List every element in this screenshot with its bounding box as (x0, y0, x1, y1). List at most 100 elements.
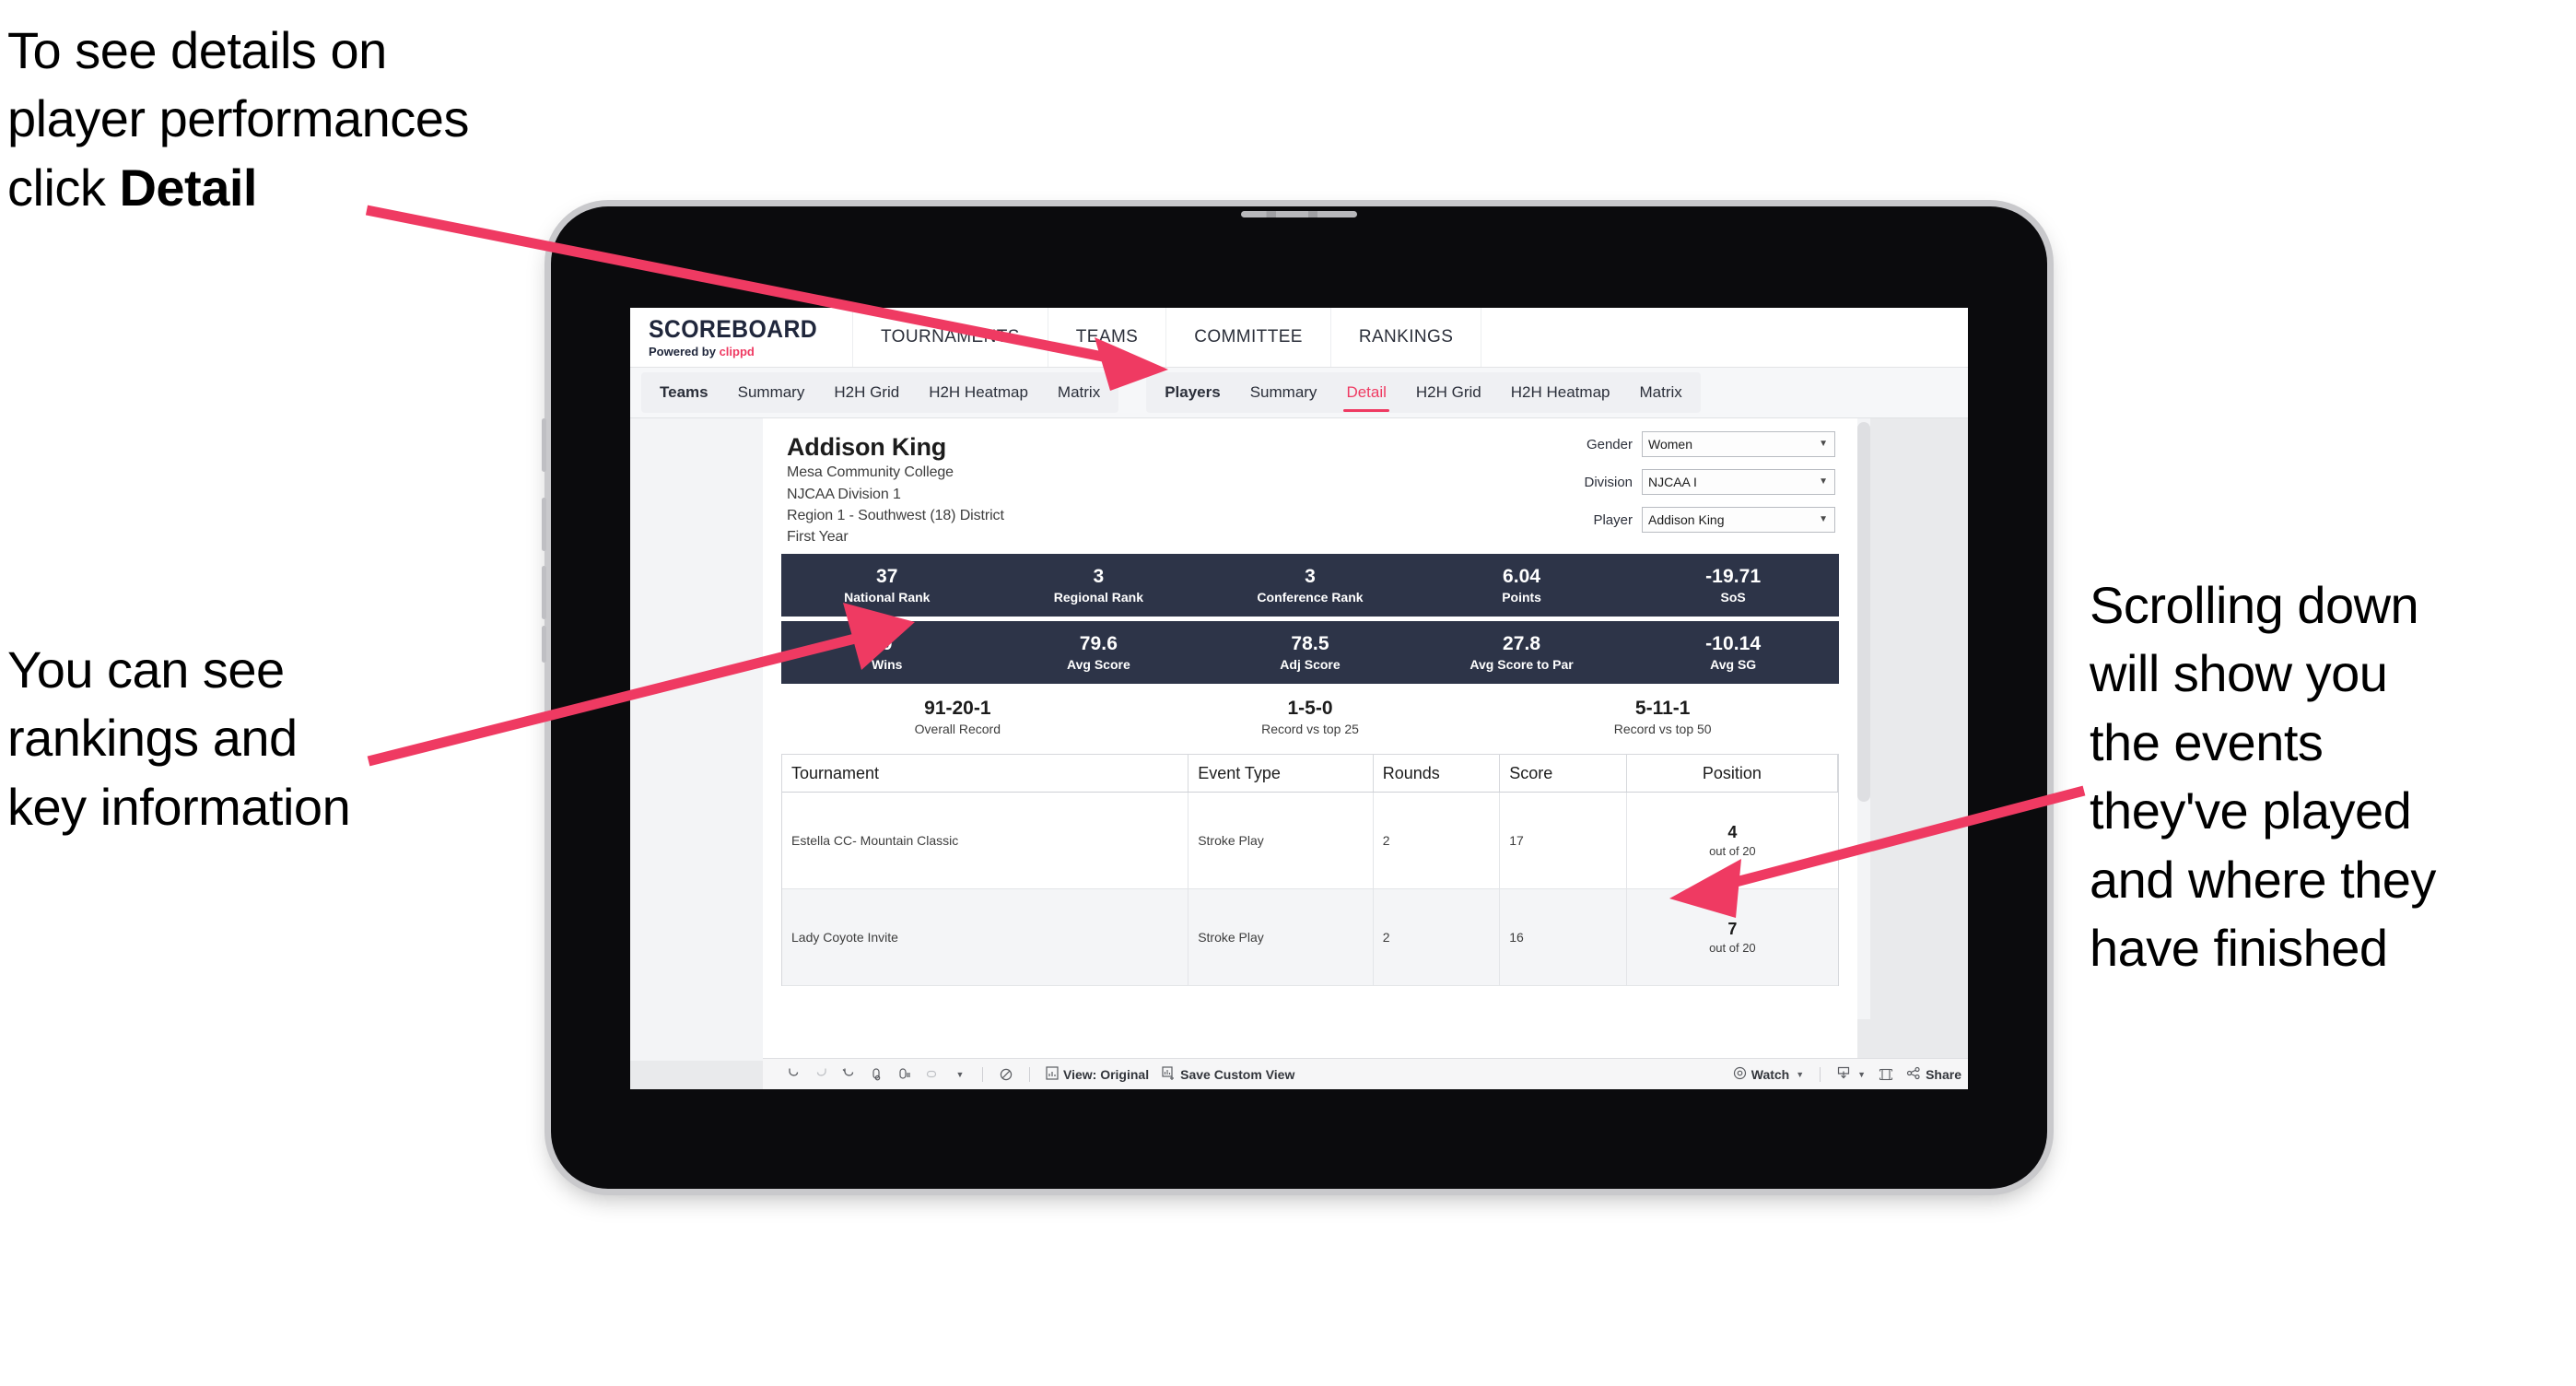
watch-label: Watch (1751, 1066, 1790, 1082)
cell-rounds: 2 (1374, 793, 1501, 889)
tab-group-teams: Teams Summary H2H Grid H2H Heatmap Matri… (641, 372, 1119, 413)
stat-label: Avg Score (1067, 656, 1130, 672)
logo-brand-clippd: clippd (719, 345, 755, 358)
highlight-icon[interactable] (918, 1059, 945, 1089)
filter-panel: Gender Women ▼ Division NJCAA I ▼ Player… (1531, 431, 1835, 545)
chevron-down-icon: ▼ (1857, 1069, 1867, 1079)
filter-value-division: NJCAA I (1648, 475, 1697, 489)
stat-value: -10.14 (1705, 632, 1762, 654)
view-icon (1046, 1065, 1059, 1083)
watch-button[interactable]: Watch ▼ (1727, 1059, 1810, 1089)
stat-value: 6.04 (1502, 565, 1541, 587)
share-button[interactable]: Share (1900, 1059, 1968, 1089)
stat-label: Wins (872, 656, 903, 672)
nav-item-committee[interactable]: COMMITTEE (1166, 308, 1331, 367)
table-row[interactable]: Estella CC- Mountain Classic Stroke Play… (782, 793, 1838, 890)
pause-data-icon[interactable] (890, 1059, 918, 1089)
pause-auto-update-icon[interactable] (992, 1059, 1020, 1089)
tab-teams-h2h-heatmap[interactable]: H2H Heatmap (914, 372, 1043, 413)
tab-players-summary[interactable]: Summary (1235, 372, 1332, 413)
stat-regional-rank: 3 Regional Rank (993, 566, 1205, 605)
nav-item-teams[interactable]: TEAMS (1048, 308, 1167, 367)
stat-label: National Rank (844, 589, 931, 605)
stat-sos: -19.71 SoS (1627, 566, 1839, 605)
logo-powered-by: Powered by clippd (649, 346, 832, 358)
dashboard-body: Addison King Mesa Community College NJCA… (630, 418, 1968, 1061)
stat-label: Adj Score (1280, 656, 1341, 672)
record-label: Record vs top 25 (1261, 722, 1359, 737)
tab-teams-summary[interactable]: Summary (723, 372, 820, 413)
browser-screen: SCOREBOARD Powered by clippd TOURNAMENTS… (630, 308, 1968, 1089)
stat-label: Avg Score to Par (1469, 656, 1574, 672)
position-value: 4 (1727, 822, 1738, 841)
position-value: 7 (1727, 919, 1738, 938)
record-value: 5-11-1 (1634, 698, 1691, 720)
download-icon (1836, 1065, 1851, 1083)
tab-players-detail[interactable]: Detail (1331, 372, 1400, 413)
stat-value: 3 (1305, 565, 1316, 587)
filter-select-division[interactable]: NJCAA I ▼ (1642, 469, 1835, 495)
stat-label: Avg SG (1710, 656, 1757, 672)
redo-icon[interactable] (807, 1059, 835, 1089)
filter-label-player: Player (1593, 511, 1633, 528)
stat-value: 3 (1093, 565, 1105, 587)
tablet-side-button-b (542, 498, 546, 551)
cell-position: 7 out of 20 (1627, 889, 1838, 985)
stat-avg-score-to-par: 27.8 Avg Score to Par (1416, 633, 1628, 673)
filter-select-player[interactable]: Addison King ▼ (1642, 507, 1835, 533)
tablet-speaker-grille (1241, 211, 1357, 217)
stat-value: 78.5 (1291, 632, 1329, 654)
save-custom-view-label: Save Custom View (1180, 1066, 1295, 1082)
tab-players-matrix[interactable]: Matrix (1624, 372, 1696, 413)
stat-wins: 0 Wins (781, 633, 993, 673)
cell-score: 17 (1500, 793, 1627, 889)
toolbar-divider (1029, 1066, 1030, 1082)
tab-teams-h2h-grid[interactable]: H2H Grid (819, 372, 914, 413)
record-value: 91-20-1 (924, 698, 991, 720)
cell-tournament: Estella CC- Mountain Classic (782, 793, 1189, 889)
download-button[interactable]: ▼ (1830, 1059, 1872, 1089)
secondary-tab-strip: Teams Summary H2H Grid H2H Heatmap Matri… (630, 368, 1968, 418)
annotation-detail-bold: Detail (119, 158, 257, 217)
view-original-button[interactable]: View: Original (1039, 1059, 1155, 1089)
stat-conference-rank: 3 Conference Rank (1204, 566, 1416, 605)
fullscreen-icon[interactable] (1872, 1059, 1900, 1089)
viz-scrollbar-thumb[interactable] (1857, 422, 1870, 802)
cell-rounds: 2 (1374, 889, 1501, 986)
save-custom-view-button[interactable]: Save Custom View (1155, 1059, 1301, 1089)
stat-label: Points (1502, 589, 1541, 605)
tab-group-label-teams: Teams (660, 383, 708, 401)
annotation-rankings-callout: You can see rankings and key information (7, 640, 351, 836)
nav-item-tournaments[interactable]: TOURNAMENTS (853, 308, 1048, 367)
refresh-data-icon[interactable] (862, 1059, 890, 1089)
tab-players-h2h-grid[interactable]: H2H Grid (1401, 372, 1496, 413)
stat-value: 0 (881, 632, 893, 654)
nav-item-rankings[interactable]: RANKINGS (1331, 308, 1482, 367)
logo-powered-prefix: Powered by (649, 345, 720, 358)
tablet-side-button-a (542, 418, 546, 472)
stat-value: -19.71 (1705, 565, 1762, 587)
highlight-dropdown-icon[interactable]: ▼ (945, 1059, 973, 1089)
revert-icon[interactable] (835, 1059, 862, 1089)
dashboard-left-margin (630, 418, 763, 1061)
cell-event-type: Stroke Play (1188, 793, 1374, 889)
tab-players-h2h-heatmap[interactable]: H2H Heatmap (1496, 372, 1625, 413)
stat-avg-sg: -10.14 Avg SG (1627, 633, 1839, 673)
watch-icon (1733, 1066, 1747, 1083)
save-view-icon (1162, 1065, 1176, 1083)
undo-icon[interactable] (779, 1059, 807, 1089)
record-summary-row: 91-20-1 Overall Record 1-5-0 Record vs t… (781, 697, 1839, 748)
share-icon (1906, 1066, 1921, 1083)
app-logo[interactable]: SCOREBOARD Powered by clippd (630, 308, 854, 367)
filter-row-gender: Gender Women ▼ (1531, 431, 1835, 457)
tablet-volume-button (542, 626, 546, 663)
filter-label-gender: Gender (1586, 436, 1633, 452)
filter-select-gender[interactable]: Women ▼ (1642, 431, 1835, 457)
cell-position: 4 out of 20 (1627, 793, 1838, 888)
view-original-label: View: Original (1063, 1066, 1150, 1082)
table-row[interactable]: Lady Coyote Invite Stroke Play 2 16 7 ou… (782, 889, 1838, 987)
player-header: Addison King Mesa Community College NJCA… (763, 418, 1857, 554)
tab-teams-matrix[interactable]: Matrix (1043, 372, 1115, 413)
stat-points: 6.04 Points (1416, 566, 1628, 605)
stat-label: Conference Rank (1257, 589, 1364, 605)
